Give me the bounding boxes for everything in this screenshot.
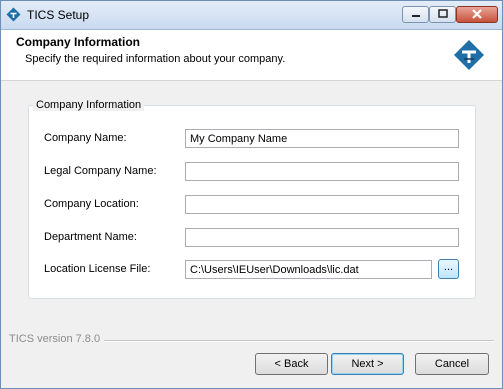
minimize-button[interactable] bbox=[402, 6, 429, 23]
department-name-label: Department Name: bbox=[44, 231, 137, 243]
close-icon bbox=[472, 9, 482, 19]
window-title: TICS Setup bbox=[27, 8, 90, 22]
department-name-field[interactable] bbox=[185, 228, 459, 247]
title-bar: TICS Setup bbox=[1, 1, 502, 30]
page-subtitle: Specify the required information about y… bbox=[25, 53, 286, 65]
cancel-button[interactable]: Cancel bbox=[415, 353, 489, 375]
legal-company-name-field[interactable] bbox=[185, 162, 459, 181]
group-label: Company Information bbox=[33, 99, 145, 111]
setup-window: TICS Setup Company Information Specify t… bbox=[0, 0, 503, 389]
license-file-field[interactable] bbox=[185, 260, 432, 279]
version-label: TICS version 7.8.0 bbox=[9, 333, 105, 345]
browse-button[interactable]: ... bbox=[438, 259, 459, 279]
maximize-button[interactable] bbox=[429, 6, 456, 23]
tics-logo bbox=[454, 40, 484, 70]
company-location-label: Company Location: bbox=[44, 198, 139, 210]
back-button[interactable]: < Back bbox=[255, 353, 328, 375]
page-title: Company Information bbox=[16, 35, 141, 49]
legal-company-name-label: Legal Company Name: bbox=[44, 165, 157, 177]
wizard-header: Company Information Specify the required… bbox=[1, 30, 502, 81]
minimize-icon bbox=[411, 15, 420, 17]
next-button[interactable]: Next > bbox=[331, 353, 404, 375]
maximize-icon bbox=[437, 9, 448, 18]
company-name-field[interactable] bbox=[185, 129, 459, 148]
company-location-field[interactable] bbox=[185, 195, 459, 214]
company-name-label: Company Name: bbox=[44, 132, 127, 144]
app-icon bbox=[6, 7, 21, 22]
license-file-label: Location License File: bbox=[44, 263, 151, 275]
close-button[interactable] bbox=[456, 6, 498, 23]
